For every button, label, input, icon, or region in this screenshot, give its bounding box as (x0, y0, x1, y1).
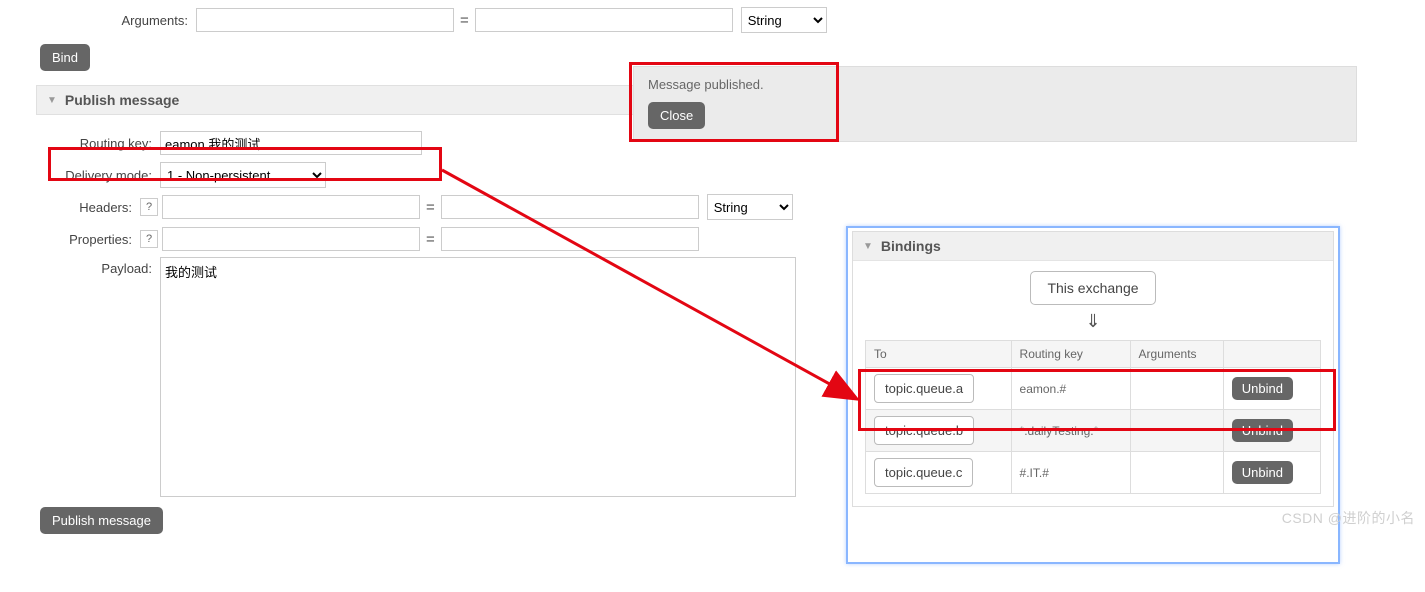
publish-section-title: Publish message (65, 92, 179, 108)
publish-message-button[interactable]: Publish message (40, 507, 163, 534)
routing-key-label: Routing key: (0, 136, 160, 151)
bindings-row: topic.queue.a eamon.# Unbind (866, 368, 1321, 410)
routing-key-cell: eamon.# (1011, 368, 1130, 410)
routing-key-cell: *.dailyTesting.* (1011, 410, 1130, 452)
payload-textarea[interactable] (160, 257, 796, 497)
notification-close-button[interactable]: Close (648, 102, 705, 129)
arguments-val-input[interactable] (475, 8, 733, 32)
notification-text: Message published. (648, 77, 1342, 92)
unbind-button[interactable]: Unbind (1232, 461, 1293, 484)
bindings-th-to: To (866, 341, 1012, 368)
bindings-table: To Routing key Arguments topic.queue.a e… (865, 340, 1321, 494)
headers-help-icon[interactable]: ? (140, 198, 158, 216)
arguments-type-select[interactable]: String (741, 7, 827, 33)
arguments-cell (1130, 368, 1223, 410)
arguments-label: Arguments: (36, 13, 196, 28)
properties-key-input[interactable] (162, 227, 420, 251)
equals-sign: = (426, 199, 435, 216)
bindings-th-args: Arguments (1130, 341, 1223, 368)
unbind-button[interactable]: Unbind (1232, 419, 1293, 442)
arguments-key-input[interactable] (196, 8, 454, 32)
queue-link[interactable]: topic.queue.b (874, 416, 974, 445)
unbind-button[interactable]: Unbind (1232, 377, 1293, 400)
queue-link[interactable]: topic.queue.c (874, 458, 973, 487)
properties-label: Properties: (0, 232, 140, 247)
routing-key-input[interactable] (160, 131, 422, 155)
this-exchange-box: This exchange (1030, 271, 1155, 305)
payload-label: Payload: (0, 257, 160, 276)
bindings-th-routing: Routing key (1011, 341, 1130, 368)
headers-key-input[interactable] (162, 195, 420, 219)
delivery-mode-select[interactable]: 1 - Non-persistent (160, 162, 326, 188)
properties-val-input[interactable] (441, 227, 699, 251)
headers-type-select[interactable]: String (707, 194, 793, 220)
bindings-row: topic.queue.c #.IT.# Unbind (866, 452, 1321, 494)
watermark-text: CSDN @进阶的小名 (1282, 508, 1415, 528)
caret-down-icon: ▼ (47, 95, 57, 106)
bindings-th-action (1223, 341, 1320, 368)
properties-help-icon[interactable]: ? (140, 230, 158, 248)
arguments-cell (1130, 410, 1223, 452)
bind-button[interactable]: Bind (40, 44, 90, 71)
equals-sign: = (426, 231, 435, 248)
delivery-mode-label: Delivery mode: (0, 168, 160, 183)
equals-sign: = (460, 12, 469, 29)
bindings-title: Bindings (881, 238, 941, 254)
caret-down-icon: ▼ (863, 241, 873, 252)
headers-val-input[interactable] (441, 195, 699, 219)
arguments-cell (1130, 452, 1223, 494)
routing-key-cell: #.IT.# (1011, 452, 1130, 494)
headers-label: Headers: (0, 200, 140, 215)
bindings-row: topic.queue.b *.dailyTesting.* Unbind (866, 410, 1321, 452)
queue-link[interactable]: topic.queue.a (874, 374, 974, 403)
down-arrow-icon: ⇓ (865, 311, 1321, 332)
